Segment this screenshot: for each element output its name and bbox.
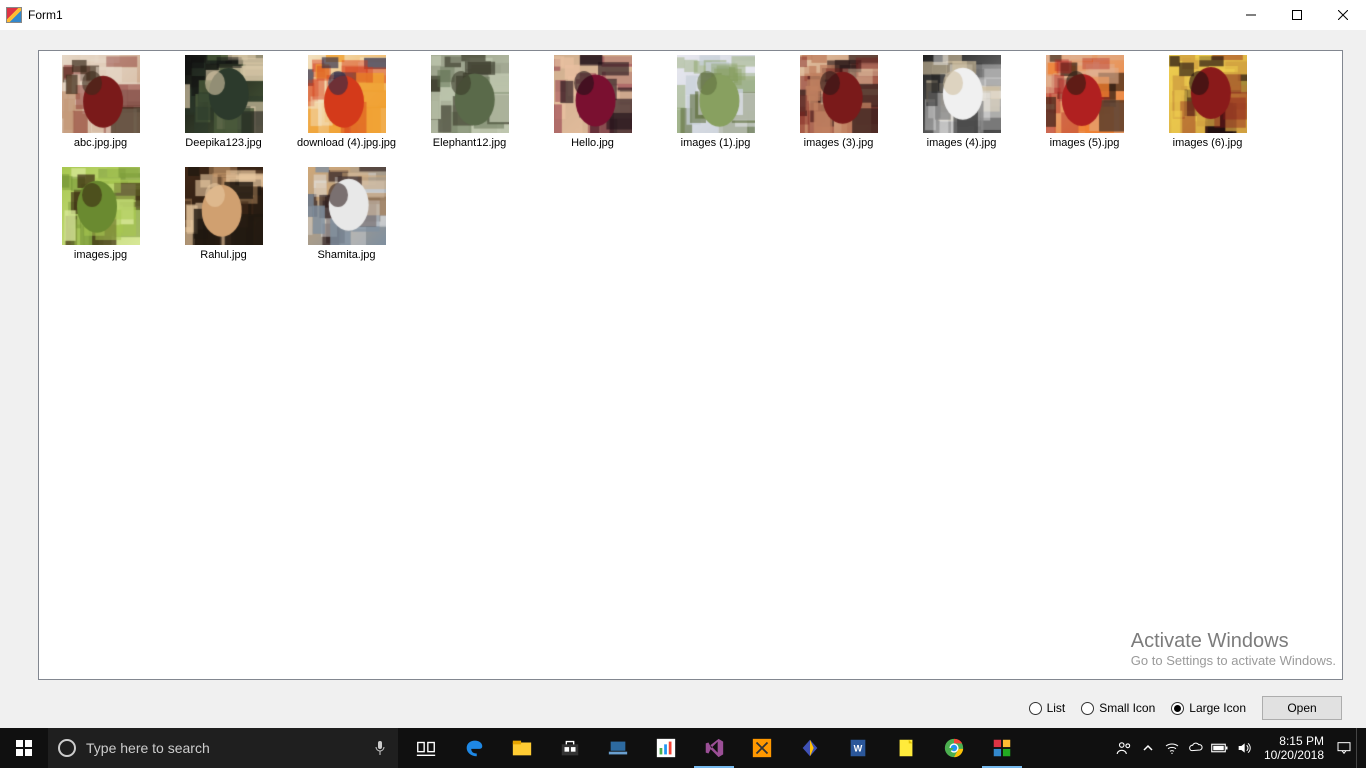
radio-icon: [1171, 702, 1184, 715]
close-button[interactable]: [1320, 0, 1366, 30]
tools-app-icon[interactable]: [738, 728, 786, 768]
view-smallicon-radio[interactable]: Small Icon: [1081, 701, 1155, 715]
item-label: images (6).jpg: [1173, 137, 1243, 149]
radio-label: Large Icon: [1189, 701, 1246, 715]
people-icon[interactable]: [1112, 728, 1136, 768]
open-button[interactable]: Open: [1262, 696, 1342, 720]
clock-date: 10/20/2018: [1264, 748, 1324, 762]
file-explorer-icon[interactable]: [498, 728, 546, 768]
item-label: images.jpg: [74, 249, 127, 261]
titlebar: Form1: [0, 0, 1366, 30]
thumbnail: [554, 55, 632, 133]
taskbar-left: Type here to search: [0, 728, 1026, 768]
taskbar-search[interactable]: Type here to search: [48, 728, 398, 768]
thumbnail: [62, 167, 140, 245]
minimize-button[interactable]: [1228, 0, 1274, 30]
window-title: Form1: [28, 8, 63, 22]
thumbnail: [1169, 55, 1247, 133]
thumbnail: [800, 55, 878, 133]
list-item[interactable]: Rahul.jpg: [162, 167, 285, 261]
onedrive-icon[interactable]: [1184, 728, 1208, 768]
list-item[interactable]: images (3).jpg: [777, 55, 900, 149]
list-item[interactable]: Deepika123.jpg: [162, 55, 285, 149]
task-view-icon[interactable]: [402, 728, 450, 768]
show-desktop-button[interactable]: [1356, 728, 1362, 768]
client-area: abc.jpg.jpg Deepika123.jpg download (4).jp…: [0, 30, 1366, 728]
image-listview[interactable]: abc.jpg.jpg Deepika123.jpg download (4).jp…: [38, 50, 1343, 680]
view-largeicon-radio[interactable]: Large Icon: [1171, 701, 1246, 715]
search-placeholder: Type here to search: [86, 740, 210, 756]
thumbnail: [1046, 55, 1124, 133]
taskbar-clock[interactable]: 8:15 PM 10/20/2018: [1256, 734, 1332, 762]
radio-icon: [1081, 702, 1094, 715]
thumbnail: [308, 167, 386, 245]
item-label: Elephant12.jpg: [433, 137, 506, 149]
thumbnail: [62, 55, 140, 133]
list-item[interactable]: abc.jpg.jpg: [39, 55, 162, 149]
view-mode-radio-group: List Small Icon Large Icon: [1029, 701, 1246, 715]
diamond-app-icon[interactable]: [786, 728, 834, 768]
tray-chevron-icon[interactable]: [1136, 728, 1160, 768]
edge-icon[interactable]: [450, 728, 498, 768]
item-label: images (4).jpg: [927, 137, 997, 149]
list-item[interactable]: download (4).jpg.jpg: [285, 55, 408, 149]
clock-time: 8:15 PM: [1264, 734, 1324, 748]
item-label: images (3).jpg: [804, 137, 874, 149]
thumbnail: [431, 55, 509, 133]
bottom-controls: List Small Icon Large Icon Open: [1029, 696, 1342, 720]
item-label: images (1).jpg: [681, 137, 751, 149]
list-item[interactable]: images (6).jpg: [1146, 55, 1269, 149]
word-icon[interactable]: W: [834, 728, 882, 768]
action-center-icon[interactable]: [1332, 728, 1356, 768]
list-item[interactable]: images (5).jpg: [1023, 55, 1146, 149]
taskbar-pinned: W: [402, 728, 1026, 768]
laptop-app-icon[interactable]: [594, 728, 642, 768]
taskbar-tray: 8:15 PM 10/20/2018: [1112, 728, 1366, 768]
item-label: Rahul.jpg: [200, 249, 246, 261]
app-icon: [6, 7, 22, 23]
list-item[interactable]: images.jpg: [39, 167, 162, 261]
item-label: Hello.jpg: [571, 137, 614, 149]
battery-icon[interactable]: [1208, 728, 1232, 768]
list-item[interactable]: images (1).jpg: [654, 55, 777, 149]
volume-icon[interactable]: [1232, 728, 1256, 768]
item-label: abc.jpg.jpg: [74, 137, 127, 149]
radio-icon: [1029, 702, 1042, 715]
item-label: download (4).jpg.jpg: [297, 137, 396, 149]
view-list-radio[interactable]: List: [1029, 701, 1066, 715]
maximize-button[interactable]: [1274, 0, 1320, 30]
thumbnail: [677, 55, 755, 133]
store-icon[interactable]: [546, 728, 594, 768]
window-controls: [1228, 0, 1366, 30]
taskbar: Type here to search: [0, 728, 1366, 768]
chrome-icon[interactable]: [930, 728, 978, 768]
thumbnail: [923, 55, 1001, 133]
open-button-label: Open: [1287, 701, 1316, 715]
item-label: Shamita.jpg: [317, 249, 375, 261]
item-label: images (5).jpg: [1050, 137, 1120, 149]
cortana-icon: [58, 739, 76, 757]
list-item[interactable]: Shamita.jpg: [285, 167, 408, 261]
radio-label: Small Icon: [1099, 701, 1155, 715]
start-button[interactable]: [0, 728, 48, 768]
thumbnail: [185, 55, 263, 133]
visual-studio-icon[interactable]: [690, 728, 738, 768]
notes-app-icon[interactable]: [882, 728, 930, 768]
list-item[interactable]: images (4).jpg: [900, 55, 1023, 149]
running-form-icon[interactable]: [978, 728, 1026, 768]
list-item[interactable]: Elephant12.jpg: [408, 55, 531, 149]
item-label: Deepika123.jpg: [185, 137, 261, 149]
chart-app-icon[interactable]: [642, 728, 690, 768]
thumbnail: [185, 167, 263, 245]
thumbnail: [308, 55, 386, 133]
radio-label: List: [1047, 701, 1066, 715]
list-item[interactable]: Hello.jpg: [531, 55, 654, 149]
mic-icon[interactable]: [374, 740, 386, 756]
svg-text:W: W: [854, 744, 863, 754]
wifi-icon[interactable]: [1160, 728, 1184, 768]
